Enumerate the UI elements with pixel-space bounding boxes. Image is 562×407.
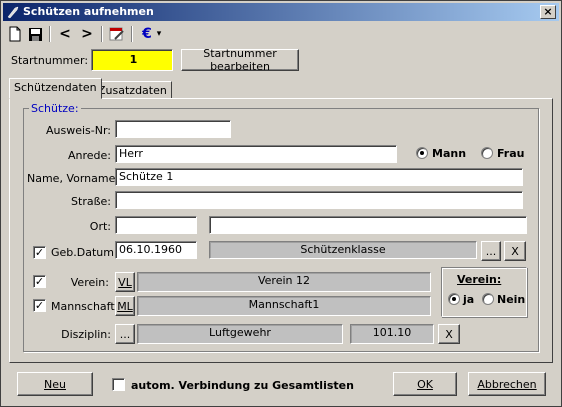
plz-field[interactable]	[115, 216, 197, 234]
schuetzenklasse-field: Schützenklasse	[209, 241, 477, 259]
title-bar[interactable]: Schützen aufnehmen ×	[3, 3, 559, 21]
strasse-label: Straße:	[71, 195, 111, 208]
pistol-icon	[7, 6, 19, 19]
mannschaft-checkbox[interactable]: ✓	[33, 299, 46, 312]
gender-mann-label[interactable]: Mann	[432, 147, 466, 160]
dialog-window: Schützen aufnehmen × < > € ▾ Startnummer…	[0, 0, 562, 407]
auto-link-checkbox[interactable]	[112, 378, 125, 391]
mannschaft-label: Mannschaft:	[51, 300, 119, 313]
klasse-clear-button[interactable]: X	[504, 241, 526, 261]
startnummer-edit-button[interactable]: Startnummer bearbeiten	[181, 47, 299, 73]
gender-frau-label[interactable]: Frau	[497, 147, 525, 160]
toolbar: < > € ▾	[3, 23, 559, 45]
klasse-dots-button[interactable]: ...	[481, 241, 501, 261]
geb-field[interactable]: 06.10.1960	[115, 241, 197, 259]
new-document-icon[interactable]	[5, 24, 25, 44]
geb-label: Geb.Datum:	[51, 246, 118, 259]
startnummer-label: Startnummer:	[11, 54, 89, 67]
startnummer-field[interactable]: 1	[91, 49, 173, 71]
verein-ja-radio[interactable]	[448, 293, 460, 305]
name-label: Name, Vorname:	[27, 172, 120, 185]
save-icon[interactable]	[25, 24, 45, 44]
mannschaft-field: Mannschaft1	[137, 296, 431, 316]
ort-label: Ort:	[89, 220, 111, 233]
verein-field: Verein 12	[137, 272, 431, 292]
euro-dropdown-icon[interactable]: ▾	[153, 24, 165, 44]
gender-frau-radio[interactable]	[481, 147, 493, 159]
verein-list-button[interactable]: VL	[115, 272, 135, 292]
name-field[interactable]: Schütze 1	[115, 168, 523, 186]
verein-nein-radio[interactable]	[482, 293, 494, 305]
close-button[interactable]: ×	[540, 5, 556, 19]
anrede-field[interactable]: Herr	[115, 145, 397, 163]
verein-ja-label[interactable]: ja	[463, 293, 474, 306]
ort-field[interactable]	[209, 216, 527, 234]
auto-link-label[interactable]: autom. Verbindung zu Gesamtlisten	[131, 379, 354, 392]
abbrechen-button[interactable]: Abbrechen	[468, 372, 546, 396]
strasse-field[interactable]	[115, 191, 523, 209]
anrede-label: Anrede:	[67, 149, 111, 162]
gender-mann-radio[interactable]	[416, 147, 428, 159]
previous-button[interactable]: <	[55, 24, 75, 44]
verein-nein-label[interactable]: Nein	[497, 293, 525, 306]
ok-button[interactable]: OK	[393, 372, 457, 396]
disziplin-field: Luftgewehr	[137, 324, 343, 344]
tab-schuetzendaten[interactable]: Schützendaten	[9, 78, 102, 99]
window-title: Schützen aufnehmen	[23, 5, 154, 18]
disziplin-clear-button[interactable]: X	[438, 324, 460, 344]
verein-group-title: Verein:	[457, 273, 502, 286]
next-button[interactable]: >	[77, 24, 97, 44]
neu-button[interactable]: Neu	[17, 372, 93, 396]
disziplin-dots-button[interactable]: ...	[115, 324, 135, 344]
disziplin-score-field: 101.10	[350, 324, 434, 344]
tab-zusatzdaten[interactable]: Zusatzdaten	[93, 81, 172, 99]
verein-label: Verein:	[70, 276, 109, 289]
calendar-edit-icon[interactable]	[107, 24, 127, 44]
disziplin-label: Disziplin:	[61, 328, 111, 341]
ausweis-label: Ausweis-Nr:	[45, 124, 111, 137]
geb-checkbox[interactable]: ✓	[33, 246, 46, 259]
verein-checkbox[interactable]: ✓	[33, 275, 46, 288]
mannschaft-list-button[interactable]: ML	[115, 296, 135, 316]
ausweis-field[interactable]	[115, 120, 231, 138]
group-title: Schütze:	[29, 102, 81, 115]
